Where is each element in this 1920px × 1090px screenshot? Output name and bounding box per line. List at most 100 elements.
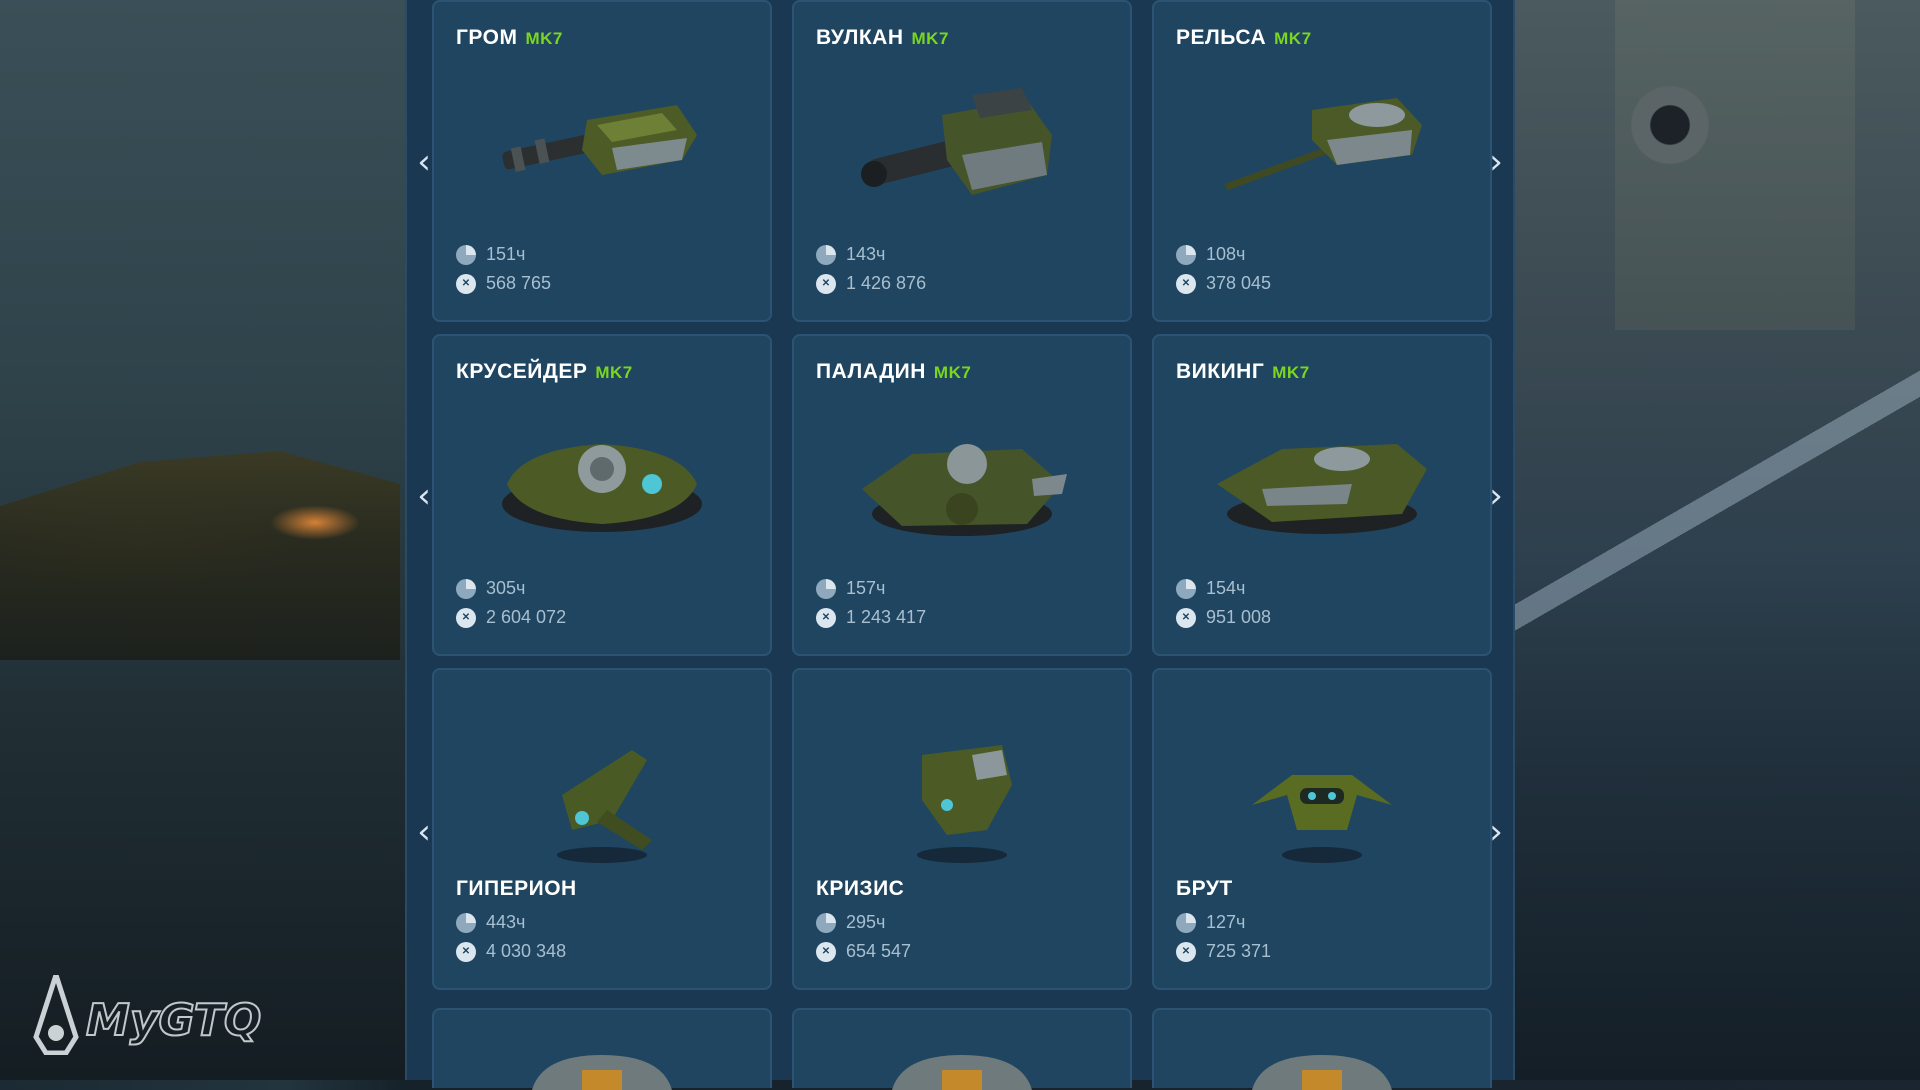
equipment-image-partial xyxy=(532,1055,672,1090)
clock-icon xyxy=(816,244,836,265)
clock-icon xyxy=(816,912,836,933)
play-time: 154ч xyxy=(1176,578,1245,599)
equipment-card-vulkan[interactable]: ВУЛКАН MK7 143ч ✕ 1 426 876 xyxy=(792,0,1132,322)
play-time-value: 295ч xyxy=(846,912,886,932)
mk-badge: MK7 xyxy=(1274,29,1312,48)
play-time-value: 157ч xyxy=(846,578,886,598)
mk-badge: MK7 xyxy=(933,363,972,382)
mk-badge: MK7 xyxy=(911,29,949,48)
play-time-value: 151ч xyxy=(486,244,526,264)
experience-value: 951 008 xyxy=(1206,607,1272,627)
equipment-name: РЕЛЬСА xyxy=(1176,26,1267,49)
turret-image-relsa xyxy=(1225,98,1422,190)
background-light-beam xyxy=(1515,0,1920,1080)
equipment-name: ГИПЕРИОН xyxy=(456,877,577,900)
play-time-value: 154ч xyxy=(1206,578,1246,598)
clock-icon xyxy=(1176,912,1196,933)
equipment-image-partial xyxy=(1252,1055,1392,1090)
background-right-scenery xyxy=(1515,0,1920,1080)
play-time-value: 443ч xyxy=(486,912,526,932)
equipment-card-relsa[interactable]: РЕЛЬСА MK7 108ч ✕ 378 045 xyxy=(1152,0,1492,322)
play-time: 108ч xyxy=(1176,244,1245,265)
logo-text: MyGTQ xyxy=(86,995,261,1046)
equipment-card-row4-3[interactable] xyxy=(1152,1008,1492,1090)
card-title: ВИКИНГ MK7 xyxy=(1176,360,1310,384)
equipment-stats-panel: ‹ › ГРОМ MK7 151ч ✕ 568 765 ВУЛКАН MK7 143ч… xyxy=(405,0,1515,1090)
experience: ✕ 2 604 072 xyxy=(456,607,566,628)
clock-icon xyxy=(456,244,476,265)
equipment-name: КРИЗИС xyxy=(816,877,905,900)
play-time-value: 143ч xyxy=(846,244,886,264)
equipment-card-brut[interactable]: БРУТ 127ч ✕ 725 371 xyxy=(1152,668,1492,990)
clock-icon xyxy=(1176,244,1196,265)
mk-badge: MK7 xyxy=(595,363,633,382)
card-title: КРУСЕЙДЕР MK7 xyxy=(456,360,633,384)
experience-value: 2 604 072 xyxy=(486,607,567,627)
xp-icon: ✕ xyxy=(816,607,836,628)
equipment-card-grom[interactable]: ГРОМ MK7 151ч ✕ 568 765 xyxy=(432,0,772,322)
experience-value: 4 030 348 xyxy=(486,941,567,961)
play-time: 143ч xyxy=(816,244,885,265)
play-time: 157ч xyxy=(816,578,885,599)
equipment-card-crusader[interactable]: КРУСЕЙДЕР MK7 305ч ✕ 2 604 072 xyxy=(432,334,772,656)
equipment-name: ГРОМ xyxy=(456,26,518,49)
xp-icon: ✕ xyxy=(456,273,476,294)
xp-icon: ✕ xyxy=(816,941,836,962)
play-time: 127ч xyxy=(1176,912,1245,933)
background-left-scenery xyxy=(0,0,405,1080)
equipment-name: ВУЛКАН xyxy=(816,26,904,49)
equipment-card-crisis[interactable]: КРИЗИС 295ч ✕ 654 547 xyxy=(792,668,1132,990)
card-title: РЕЛЬСА MK7 xyxy=(1176,26,1312,50)
experience-value: 725 371 xyxy=(1206,941,1272,961)
xp-icon: ✕ xyxy=(456,607,476,628)
xp-icon: ✕ xyxy=(1176,607,1196,628)
clock-icon xyxy=(456,578,476,599)
xp-icon: ✕ xyxy=(816,273,836,294)
experience-value: 568 765 xyxy=(486,273,552,293)
equipment-image-partial xyxy=(892,1055,1032,1090)
experience-value: 654 547 xyxy=(846,941,912,961)
equipment-card-paladin[interactable]: ПАЛАДИН MK7 157ч ✕ 1 243 417 xyxy=(792,334,1132,656)
play-time-value: 305ч xyxy=(486,578,526,598)
experience: ✕ 654 547 xyxy=(816,941,911,962)
play-time: 305ч xyxy=(456,578,525,599)
hull-image-viking xyxy=(1217,444,1427,534)
drone-image-hyperion xyxy=(557,750,652,863)
card-title: ГРОМ MK7 xyxy=(456,26,563,50)
play-time: 443ч xyxy=(456,912,525,933)
equipment-card-row4-2[interactable] xyxy=(792,1008,1132,1090)
equipment-name: КРУСЕЙДЕР xyxy=(456,360,588,383)
play-time-value: 108ч xyxy=(1206,244,1246,264)
turret-image-vulkan xyxy=(861,88,1052,195)
clock-icon xyxy=(816,578,836,599)
background-tank xyxy=(0,451,400,660)
experience: ✕ 4 030 348 xyxy=(456,941,566,962)
equipment-name: БРУТ xyxy=(1176,877,1233,900)
experience: ✕ 1 243 417 xyxy=(816,607,926,628)
experience: ✕ 378 045 xyxy=(1176,273,1271,294)
hull-image-paladin xyxy=(862,444,1067,536)
experience-value: 378 045 xyxy=(1206,273,1272,293)
xp-icon: ✕ xyxy=(456,941,476,962)
equipment-card-viking[interactable]: ВИКИНГ MK7 154ч ✕ 951 008 xyxy=(1152,334,1492,656)
clock-icon xyxy=(1176,578,1196,599)
equipment-name: ВИКИНГ xyxy=(1176,360,1265,383)
equipment-card-hyperion[interactable]: ГИПЕРИОН 443ч ✕ 4 030 348 xyxy=(432,668,772,990)
mk-badge: MK7 xyxy=(525,29,563,48)
play-time: 295ч xyxy=(816,912,885,933)
drone-image-brut xyxy=(1252,775,1392,863)
hull-image-crusader xyxy=(502,444,702,532)
brand-logo: MyGTQ xyxy=(33,975,262,1055)
xp-icon: ✕ xyxy=(1176,941,1196,962)
card-title: ПАЛАДИН MK7 xyxy=(816,360,971,384)
turret-image-grom xyxy=(502,105,697,175)
experience: ✕ 725 371 xyxy=(1176,941,1271,962)
play-time-value: 127ч xyxy=(1206,912,1246,932)
equipment-card-row4-1[interactable] xyxy=(432,1008,772,1090)
background-glow xyxy=(270,505,360,540)
mk-badge: MK7 xyxy=(1272,363,1310,382)
experience: ✕ 1 426 876 xyxy=(816,273,926,294)
experience: ✕ 951 008 xyxy=(1176,607,1271,628)
card-title: ВУЛКАН MK7 xyxy=(816,26,949,50)
equipment-name: ПАЛАДИН xyxy=(816,360,926,383)
